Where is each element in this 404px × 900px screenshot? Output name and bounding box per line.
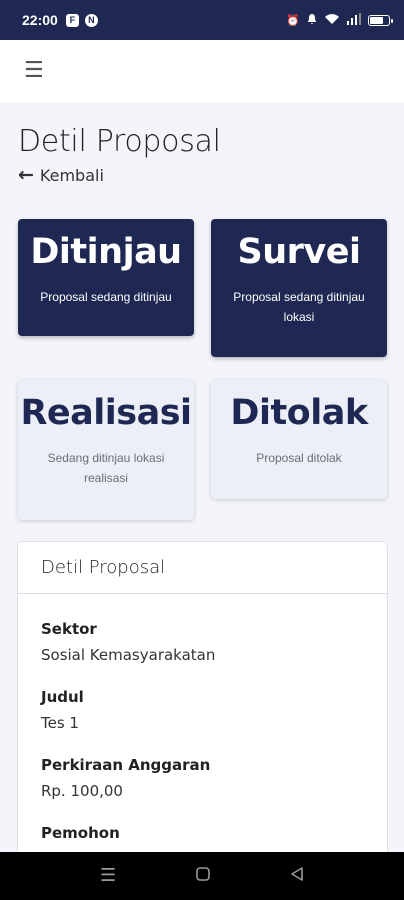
recent-apps-icon[interactable]: ☰ [100,867,116,885]
status-card-survei[interactable]: Survei Proposal sedang ditinjau lokasi [211,219,387,357]
status-card-ditinjau[interactable]: Ditinjau Proposal sedang ditinjau [18,219,194,336]
notification-app-icon: N [84,13,98,27]
field-value: Rp. 100,00 [41,782,123,800]
status-bar: 22:00 F N ⏰ [0,0,404,40]
detail-card-header: Detil Proposal [18,542,387,594]
status-card-subtitle: Proposal ditolak [256,451,342,465]
wifi-icon [324,13,340,28]
page-title: Detil Proposal [18,124,221,159]
notification-app-icon: F [65,13,79,27]
signal-icon [347,12,361,28]
field-sektor: Sektor Sosial Kemasyarakatan [18,620,387,664]
status-card-title: Ditinjau [30,232,182,272]
home-icon[interactable] [196,867,210,885]
back-label: Kembali [39,166,104,185]
detail-card: Detil Proposal Sektor Sosial Kemasyaraka… [17,541,388,871]
battery-icon [368,14,393,26]
status-card-subtitle: Proposal sedang ditinjau [40,290,172,304]
back-link[interactable]: ← Kembali [18,164,104,186]
app-bar: ☰ [0,40,404,102]
status-card-title: Survei [237,232,361,272]
vibrate-icon [307,13,317,28]
status-card-realisasi[interactable]: Realisasi Sedang ditinjau lokasi realisa… [18,380,194,520]
hamburger-menu-icon[interactable]: ☰ [24,60,44,82]
field-value: Tes 1 [41,714,79,732]
alarm-icon: ⏰ [286,14,300,27]
status-icons: ⏰ [286,12,393,28]
status-card-ditolak[interactable]: Ditolak Proposal ditolak [211,380,387,499]
status-time: 22:00 [22,12,58,28]
status-card-subtitle: Sedang ditinjau lokasi realisasi [47,451,165,485]
status-card-subtitle: Proposal sedang ditinjau lokasi [233,290,365,324]
field-value: Sosial Kemasyarakatan [41,646,216,664]
field-label: Judul [41,688,84,706]
field-perkiraan-anggaran: Perkiraan Anggaran Rp. 100,00 [18,756,387,800]
field-pemohon: Pemohon [18,824,387,842]
field-label: Pemohon [41,824,120,842]
back-nav-icon[interactable] [290,867,304,885]
field-label: Perkiraan Anggaran [41,756,211,774]
status-card-title: Ditolak [230,393,368,433]
field-label: Sektor [41,620,97,638]
field-judul: Judul Tes 1 [18,688,387,732]
arrow-left-icon: ← [18,164,34,186]
system-nav-bar: ☰ [0,852,404,900]
status-card-title: Realisasi [20,393,192,433]
